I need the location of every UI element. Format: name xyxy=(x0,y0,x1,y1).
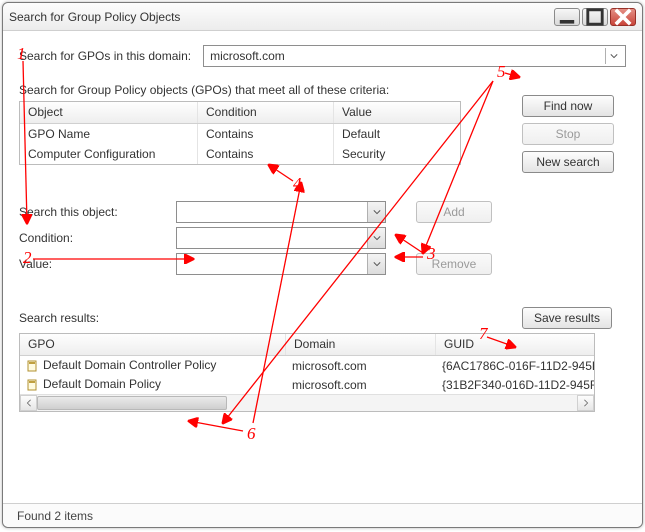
results-hscrollbar[interactable] xyxy=(20,394,594,411)
status-text: Found 2 items xyxy=(17,509,93,523)
stop-button[interactable]: Stop xyxy=(522,123,614,145)
criteria-table: Object Condition Value GPO Name Contains… xyxy=(19,101,461,165)
results-header-gpo[interactable]: GPO xyxy=(20,334,286,355)
results-cell-gpo: Default Domain Policy xyxy=(43,377,161,391)
criteria-row[interactable]: Computer Configuration Contains Security xyxy=(20,144,460,164)
minimize-button[interactable] xyxy=(554,8,580,26)
add-button[interactable]: Add xyxy=(416,201,492,223)
criteria-header-condition[interactable]: Condition xyxy=(198,102,334,123)
criteria-cell-value: Security xyxy=(334,144,460,164)
scroll-right-arrow-icon[interactable] xyxy=(577,395,594,411)
chevron-down-icon xyxy=(367,254,385,274)
save-results-button[interactable]: Save results xyxy=(522,307,612,329)
value-label: Value: xyxy=(19,257,176,271)
results-table: GPO Domain GUID Default Domain Controlle… xyxy=(19,333,595,412)
domain-select[interactable]: microsoft.com xyxy=(203,45,626,67)
results-cell-guid: {6AC1786C-016F-11D2-945F xyxy=(436,358,594,374)
search-object-combo[interactable] xyxy=(176,201,386,223)
results-cell-guid: {31B2F340-016D-11D2-945F xyxy=(436,377,594,393)
domain-select-value: microsoft.com xyxy=(210,49,285,63)
titlebar[interactable]: Search for Group Policy Objects xyxy=(3,3,642,31)
dialog-window: Search for Group Policy Objects Search f… xyxy=(2,2,643,528)
results-cell-gpo: Default Domain Controller Policy xyxy=(43,358,216,372)
criteria-cell-object: GPO Name xyxy=(20,124,198,144)
value-row: Value: Remove xyxy=(19,251,626,277)
results-row[interactable]: Default Domain Controller Policy microso… xyxy=(20,356,594,375)
chevron-down-icon xyxy=(605,48,621,64)
window-controls xyxy=(554,8,636,26)
results-label: Search results: xyxy=(19,311,99,325)
find-now-button[interactable]: Find now xyxy=(522,95,614,117)
domain-label: Search for GPOs in this domain: xyxy=(19,49,191,63)
results-row[interactable]: Default Domain Policy microsoft.com {31B… xyxy=(20,375,594,394)
remove-button[interactable]: Remove xyxy=(416,253,492,275)
domain-row: Search for GPOs in this domain: microsof… xyxy=(19,45,626,67)
condition-row: Condition: xyxy=(19,225,626,251)
criteria-cell-condition: Contains xyxy=(198,124,334,144)
results-header-domain[interactable]: Domain xyxy=(286,334,436,355)
value-combo[interactable] xyxy=(176,253,386,275)
gpo-icon xyxy=(26,378,40,392)
new-search-button[interactable]: New search xyxy=(522,151,614,173)
condition-label: Condition: xyxy=(19,231,176,245)
criteria-cell-value: Default xyxy=(334,124,460,144)
results-header-guid[interactable]: GUID xyxy=(436,334,594,355)
maximize-button[interactable] xyxy=(582,8,608,26)
search-object-row: Search this object: Add xyxy=(19,199,626,225)
scroll-left-arrow-icon[interactable] xyxy=(20,395,37,411)
action-buttons: Find now Stop New search xyxy=(522,95,614,173)
results-cell-domain: microsoft.com xyxy=(286,377,436,393)
criteria-row[interactable]: GPO Name Contains Default xyxy=(20,124,460,144)
criteria-header-value[interactable]: Value xyxy=(334,102,460,123)
criteria-cell-object: Computer Configuration xyxy=(20,144,198,164)
results-cell-domain: microsoft.com xyxy=(286,358,436,374)
close-button[interactable] xyxy=(610,8,636,26)
chevron-down-icon xyxy=(367,228,385,248)
condition-combo[interactable] xyxy=(176,227,386,249)
gpo-icon xyxy=(26,359,40,373)
criteria-header: Object Condition Value xyxy=(20,102,460,124)
criteria-header-object[interactable]: Object xyxy=(20,102,198,123)
criteria-cell-condition: Contains xyxy=(198,144,334,164)
chevron-down-icon xyxy=(367,202,385,222)
scroll-thumb[interactable] xyxy=(37,396,227,410)
search-object-label: Search this object: xyxy=(19,205,176,219)
scroll-track[interactable] xyxy=(37,395,577,411)
status-bar: Found 2 items xyxy=(3,503,642,527)
results-header: GPO Domain GUID xyxy=(20,334,594,356)
window-title: Search for Group Policy Objects xyxy=(9,10,554,24)
